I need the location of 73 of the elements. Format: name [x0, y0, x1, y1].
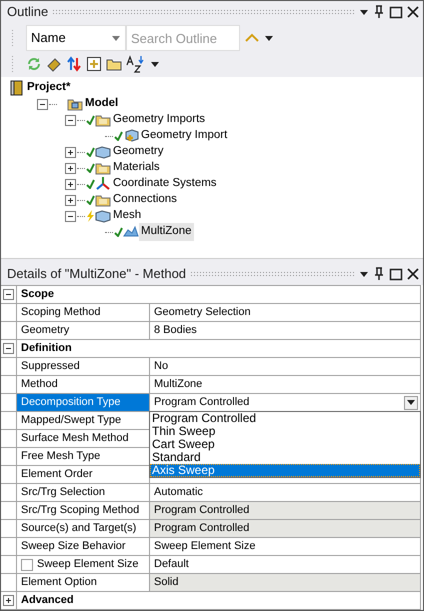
property-label: Decomposition Type [16, 394, 150, 411]
section-header[interactable]: Definition [16, 340, 421, 357]
part-icon [95, 144, 111, 160]
property-value: Program Controlled [154, 521, 250, 536]
tree-item[interactable]: Model [83, 95, 120, 113]
pin-icon[interactable] [373, 5, 385, 19]
property-value: Automatic [154, 485, 203, 500]
property-label: Src/Trg Selection [16, 484, 150, 501]
expand-icon[interactable] [65, 194, 76, 206]
tree-item[interactable]: Geometry Imports [111, 111, 208, 129]
property-value: Default [154, 557, 189, 572]
collapse-icon[interactable] [3, 289, 14, 300]
dropdown-icon[interactable] [359, 7, 369, 17]
search-field[interactable]: Search Outline [126, 25, 240, 51]
tree-item[interactable]: Geometry [111, 143, 166, 161]
maximize-icon[interactable] [389, 267, 403, 281]
tree-item[interactable]: Geometry Import [139, 127, 230, 145]
close-icon[interactable] [407, 6, 419, 18]
dropdown-option[interactable]: Axis Sweep [150, 464, 420, 477]
tree-item[interactable]: Materials [111, 159, 162, 177]
sort-arrows-icon[interactable] [66, 56, 82, 72]
property-value: Solid [154, 575, 178, 590]
property-label: Method [16, 376, 150, 393]
property-value: Program Controlled [154, 503, 250, 518]
collapse-icon[interactable] [65, 210, 76, 222]
tree-item[interactable]: MultiZone [139, 223, 194, 241]
property-label: Sweep Element Size [37, 557, 138, 572]
part-icon [123, 128, 139, 144]
collapse-icon[interactable] [37, 98, 48, 110]
sort-az-icon[interactable] [126, 55, 146, 73]
tree-item[interactable]: Project* [25, 79, 72, 97]
dropdown-option[interactable]: Cart Sweep [150, 438, 420, 451]
collapse-icon[interactable] [65, 114, 76, 126]
maximize-icon[interactable] [389, 5, 403, 19]
axes-icon [95, 176, 111, 192]
expand-icon[interactable] [3, 595, 14, 606]
property-value: 8 Bodies [154, 323, 197, 338]
expand-icon[interactable] [65, 146, 76, 158]
property-value: MultiZone [154, 377, 202, 392]
tree-item[interactable]: Coordinate Systems [111, 175, 219, 193]
eraser-icon[interactable] [46, 56, 62, 72]
panel-title: Outline [7, 3, 48, 22]
dropdown-button[interactable] [404, 396, 418, 410]
property-label: Scoping Method [16, 304, 150, 321]
book-icon [9, 80, 25, 96]
panel-title: Details of "MultiZone" - Method [7, 265, 186, 284]
tree-item[interactable]: Connections [111, 191, 179, 209]
dropdown-option[interactable]: Program Controlled [150, 412, 420, 425]
property-value: Geometry Selection [154, 305, 251, 320]
expand-icon[interactable] [65, 162, 76, 174]
property-label: Geometry [16, 322, 150, 339]
section-header[interactable]: Scope [16, 286, 421, 303]
checkbox[interactable] [21, 558, 33, 570]
tree-item[interactable]: Mesh [111, 207, 144, 225]
dropdown-icon[interactable] [359, 269, 369, 279]
section-header[interactable]: Advanced [16, 592, 421, 609]
property-label: Sweep Size Behavior [16, 538, 150, 555]
caret-icon[interactable] [150, 59, 160, 69]
collapse-icon[interactable] [3, 343, 14, 354]
caret-icon[interactable] [264, 33, 274, 43]
caret-icon [407, 400, 415, 405]
close-icon[interactable] [407, 268, 419, 280]
property-value: Sweep Element Size [154, 539, 256, 554]
expand-icon[interactable] [65, 178, 76, 190]
part-icon [95, 208, 111, 224]
dropdown-option[interactable]: Standard [150, 451, 420, 464]
pin-icon[interactable] [373, 267, 385, 281]
caret-icon [111, 33, 121, 43]
filter-dropdown[interactable]: Name [26, 25, 126, 51]
property-label: Suppressed [16, 358, 150, 375]
dropdown-option[interactable]: Thin Sweep [150, 425, 420, 438]
add-box-icon[interactable] [86, 56, 102, 72]
property-value: No [154, 359, 168, 374]
